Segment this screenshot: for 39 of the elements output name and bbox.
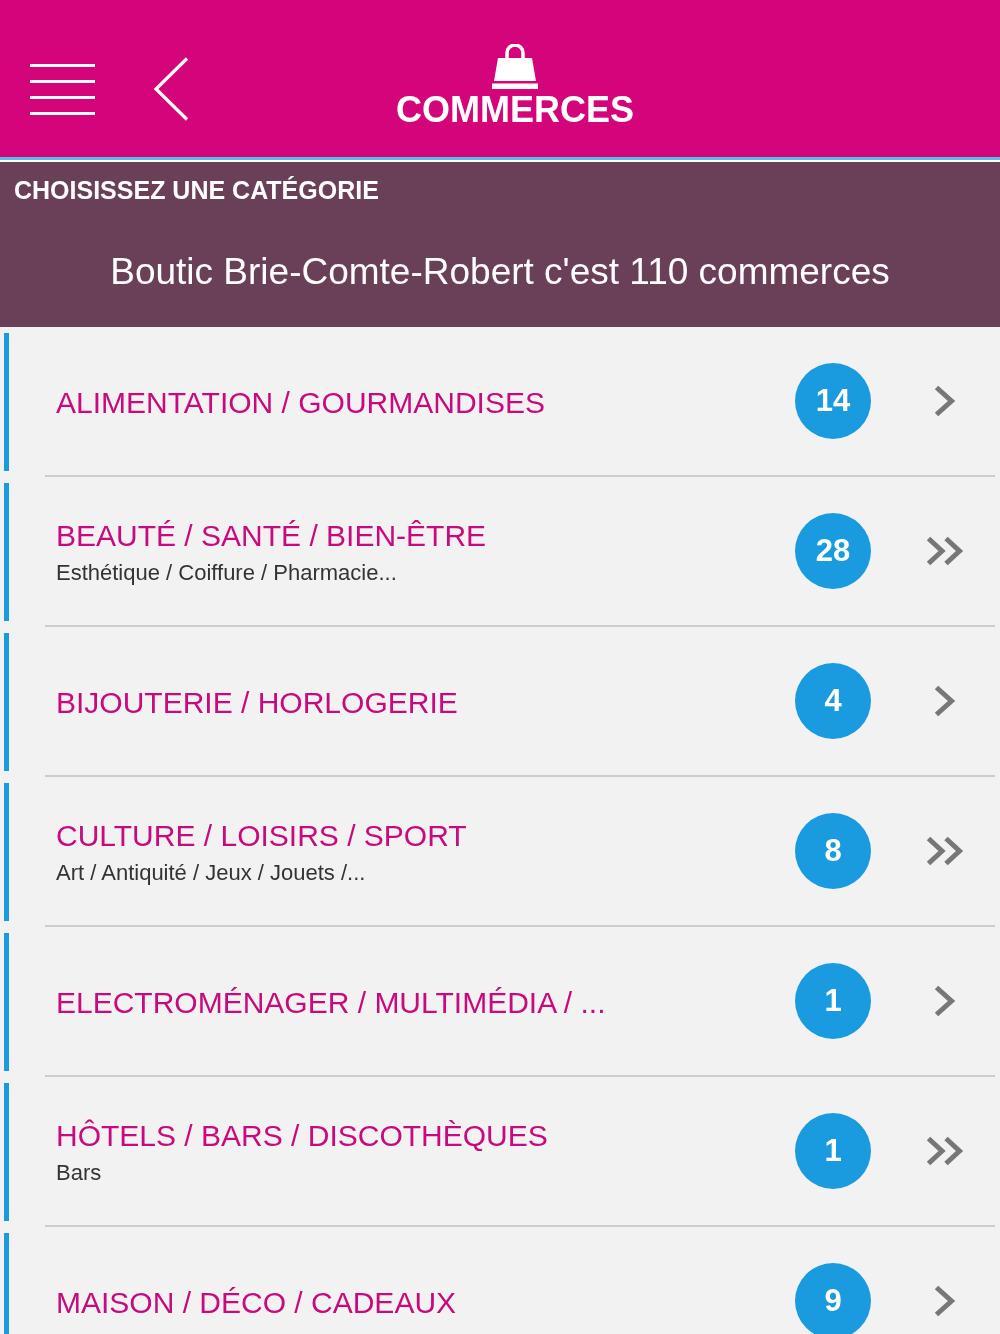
count-badge: 9 bbox=[795, 1263, 871, 1334]
count-badge: 1 bbox=[795, 1113, 871, 1189]
chevron-right-icon bbox=[934, 385, 956, 417]
category-title: CULTURE / LOISIRS / SPORT bbox=[56, 819, 467, 853]
chevron-right-icon bbox=[934, 685, 956, 717]
page-title: COMMERCES bbox=[396, 90, 634, 130]
category-row[interactable]: ALIMENTATION / GOURMANDISES 14 bbox=[0, 327, 1000, 477]
double-chevron-right-icon bbox=[926, 1136, 964, 1166]
category-row[interactable]: MAISON / DÉCO / CADEAUX 9 bbox=[0, 1227, 1000, 1334]
count-badge: 28 bbox=[795, 513, 871, 589]
category-title: BEAUTÉ / SANTÉ / BIEN-ÊTRE bbox=[56, 519, 487, 553]
double-chevron-right-icon bbox=[926, 536, 964, 566]
category-title: HÔTELS / BARS / DISCOTHÈQUES bbox=[56, 1119, 548, 1153]
count-badge: 1 bbox=[795, 963, 871, 1039]
count-badge: 8 bbox=[795, 813, 871, 889]
category-title: ALIMENTATION / GOURMANDISES bbox=[56, 386, 545, 420]
chevron-right-icon bbox=[934, 1285, 956, 1317]
category-row[interactable]: BEAUTÉ / SANTÉ / BIEN-ÊTRE Esthétique / Coiffure / Pharmacie... 28 bbox=[0, 477, 1000, 627]
chevron-right-icon bbox=[934, 985, 956, 1017]
category-row[interactable]: BIJOUTERIE / HORLOGERIE 4 bbox=[0, 627, 1000, 777]
section-heading: CHOISISSEZ UNE CATÉGORIE bbox=[14, 176, 380, 204]
category-row[interactable]: ELECTROMÉNAGER / MULTIMÉDIA / ... 1 bbox=[0, 927, 1000, 1077]
back-button[interactable] bbox=[153, 57, 189, 121]
store-count-text: Boutic Brie-Comte-Robert c'est 110 commerces bbox=[109, 250, 891, 294]
category-subtitle: Art / Antiquité / Jeux / Jouets /... bbox=[56, 859, 366, 887]
count-badge: 14 bbox=[795, 363, 871, 439]
back-icon bbox=[153, 57, 189, 121]
count-badge: 4 bbox=[795, 663, 871, 739]
menu-button[interactable] bbox=[30, 63, 95, 115]
category-subtitle: Esthétique / Coiffure / Pharmacie... bbox=[56, 559, 397, 587]
category-title: ELECTROMÉNAGER / MULTIMÉDIA / ... bbox=[56, 986, 606, 1020]
category-row[interactable]: HÔTELS / BARS / DISCOTHÈQUES Bars 1 bbox=[0, 1077, 1000, 1227]
category-row[interactable]: CULTURE / LOISIRS / SPORT Art / Antiquité / Jeux / Jouets /... 8 bbox=[0, 777, 1000, 927]
menu-icon bbox=[30, 63, 95, 115]
double-chevron-right-icon bbox=[926, 836, 964, 866]
category-title: MAISON / DÉCO / CADEAUX bbox=[56, 1286, 457, 1320]
category-subtitle: Bars bbox=[56, 1159, 102, 1187]
category-title: BIJOUTERIE / HORLOGERIE bbox=[56, 686, 458, 720]
shopping-bag-icon bbox=[492, 44, 538, 89]
